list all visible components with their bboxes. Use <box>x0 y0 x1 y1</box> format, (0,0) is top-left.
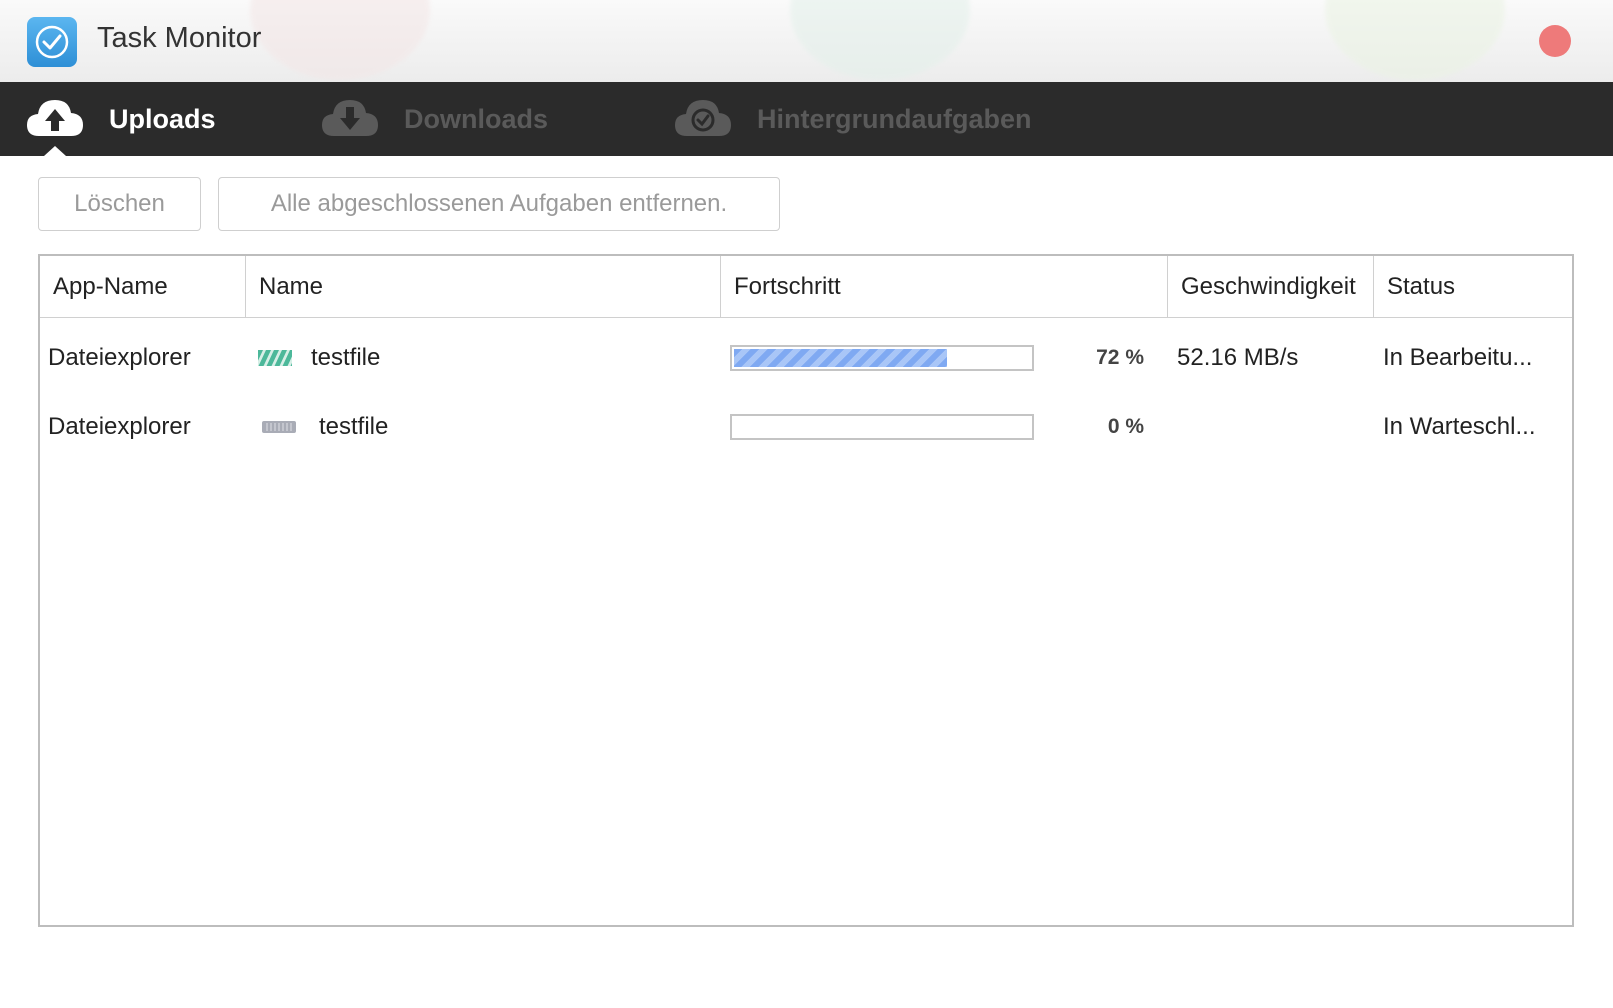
table-row[interactable]: Dateiexplorer testfile 72 % 52.16 MB/s I… <box>40 324 1572 392</box>
title-decoration <box>250 0 430 80</box>
task-monitor-app-icon <box>27 17 77 67</box>
progress-bar <box>730 414 1034 440</box>
window-title: Task Monitor <box>97 22 262 54</box>
delete-button[interactable]: Löschen <box>38 177 201 231</box>
tab-downloads-label: Downloads <box>404 103 549 134</box>
cloud-download-icon <box>322 100 378 136</box>
speed-cell: 52.16 MB/s <box>1177 344 1299 371</box>
progress-percent: 0 % <box>1107 415 1144 438</box>
column-header-status[interactable]: Status <box>1374 256 1572 317</box>
tab-background-tasks[interactable]: Hintergrundaufgaben <box>673 82 1032 156</box>
column-header-app-name[interactable]: App-Name <box>40 256 246 317</box>
title-decoration <box>1325 0 1505 80</box>
title-bar: Task Monitor <box>0 0 1613 82</box>
clear-completed-button[interactable]: Alle abgeschlossenen Aufgaben entfernen. <box>218 177 780 231</box>
queued-file-icon <box>262 393 296 461</box>
status-cell: In Bearbeitu... <box>1383 344 1533 371</box>
column-header-progress[interactable]: Fortschritt <box>721 256 1168 317</box>
cloud-upload-icon <box>27 100 83 136</box>
progress-percent: 72 % <box>1096 346 1144 369</box>
tab-uploads[interactable]: Uploads <box>25 82 216 156</box>
table-header: App-Name Name Fortschritt Geschwindigkei… <box>40 256 1572 318</box>
tab-uploads-label: Uploads <box>109 103 216 134</box>
app-name-cell: Dateiexplorer <box>48 413 191 440</box>
progress-bar <box>730 345 1034 371</box>
progress-fill <box>734 349 947 367</box>
column-header-name[interactable]: Name <box>246 256 721 317</box>
active-tab-indicator <box>44 146 66 156</box>
app-name-cell: Dateiexplorer <box>48 344 191 371</box>
file-name-cell: testfile <box>311 344 381 371</box>
striped-file-icon <box>258 324 292 392</box>
tab-background-tasks-label: Hintergrundaufgaben <box>757 103 1032 134</box>
tab-downloads[interactable]: Downloads <box>320 82 548 156</box>
status-cell: In Warteschl... <box>1383 413 1536 440</box>
file-name-cell: testfile <box>319 413 389 440</box>
cloud-check-icon <box>675 100 731 136</box>
table-row[interactable]: Dateiexplorer testfile 0 % In Warteschl.… <box>40 393 1572 461</box>
column-header-speed[interactable]: Geschwindigkeit <box>1168 256 1374 317</box>
tab-bar: Uploads Downloads Hintergrundaufgaben <box>0 82 1613 156</box>
task-table: App-Name Name Fortschritt Geschwindigkei… <box>38 254 1574 927</box>
title-decoration <box>790 0 970 80</box>
close-window-button[interactable] <box>1539 25 1571 57</box>
